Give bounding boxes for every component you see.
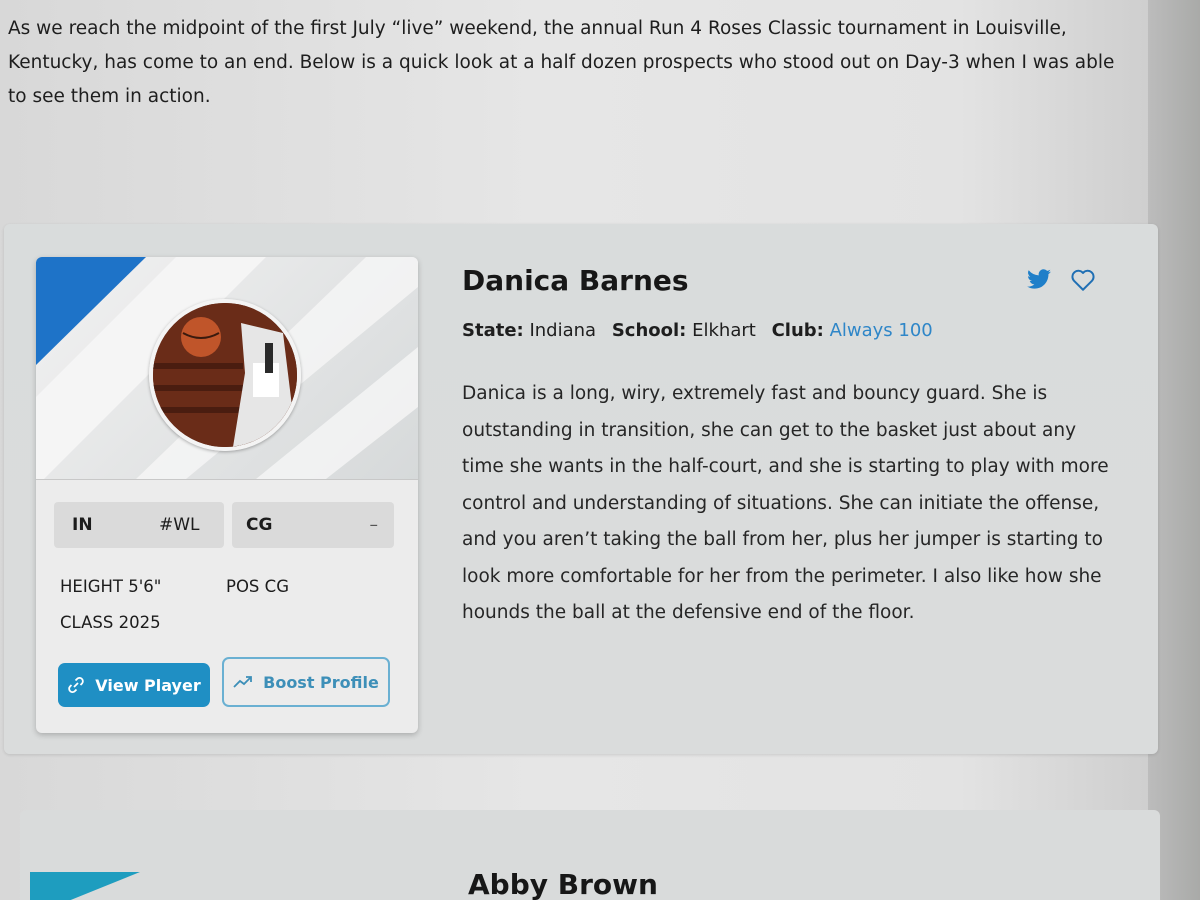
class-stat: CLASS 2025 [60, 613, 161, 632]
tags-row: IN #WL CG – [54, 502, 394, 550]
state-abbr: IN [72, 515, 93, 535]
class-value: 2025 [118, 613, 161, 632]
player-card: IN #WL CG – HEIGHT 5'6" POS CG CLASS 202… [4, 224, 1158, 754]
pos-value: CG [264, 577, 289, 596]
state-label: State: [462, 320, 524, 341]
jersey-tag: #WL [159, 515, 200, 535]
page: As we reach the midpoint of the first Ju… [0, 0, 1200, 900]
extra-tag: – [369, 515, 379, 535]
player-description: Danica is a long, wiry, extremely fast a… [462, 383, 1109, 623]
school-label: School: [611, 320, 687, 341]
heart-icon[interactable] [1070, 268, 1096, 296]
position-abbr: CG [246, 515, 273, 535]
twitter-icon[interactable] [1026, 269, 1052, 295]
player-avatar [149, 299, 301, 451]
club-label: Club: [771, 320, 824, 341]
view-player-label: View Player [95, 675, 201, 695]
state-value: Indiana [529, 320, 597, 341]
intro-paragraph: As we reach the midpoint of the first Ju… [8, 18, 1115, 107]
pos-stat: POS CG [226, 577, 289, 596]
next-player-name[interactable]: Abby Brown [468, 868, 658, 900]
pos-label: POS [226, 577, 260, 596]
class-label: CLASS [60, 613, 114, 632]
player-name[interactable]: Danica Barnes [462, 264, 689, 297]
player-meta: State: Indiana School: Elkhart Club: Alw… [462, 320, 933, 341]
height-value: 5'6" [128, 577, 162, 596]
next-player-card: Abby Brown [20, 810, 1160, 900]
club-link[interactable]: Always 100 [830, 320, 933, 341]
boost-profile-label: Boost Profile [263, 672, 379, 692]
view-player-button[interactable]: View Player [58, 663, 210, 707]
boost-profile-button[interactable]: Boost Profile [222, 657, 390, 707]
school-value: Elkhart [692, 320, 756, 341]
height-label: HEIGHT [60, 577, 123, 596]
state-tag: IN #WL [54, 502, 224, 548]
link-icon [67, 676, 85, 694]
profile-card: IN #WL CG – HEIGHT 5'6" POS CG CLASS 202… [36, 257, 418, 733]
profile-banner [36, 257, 418, 480]
height-stat: HEIGHT 5'6" [60, 577, 161, 596]
trending-up-icon [233, 675, 253, 689]
social-actions [1026, 268, 1096, 296]
next-profile-banner [30, 872, 140, 900]
position-tag: CG – [232, 502, 394, 548]
